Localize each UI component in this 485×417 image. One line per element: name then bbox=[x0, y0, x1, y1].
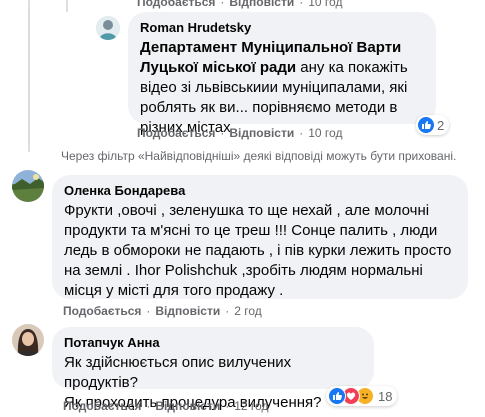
thumbs-up-icon bbox=[418, 117, 434, 133]
timestamp[interactable]: 12 год bbox=[234, 399, 268, 413]
comment-author[interactable]: Roman Hrudetsky bbox=[140, 20, 424, 36]
reaction-count[interactable]: 2 bbox=[416, 115, 450, 135]
reaction-number: 2 bbox=[437, 117, 445, 133]
comment-actions: Подобається · Відповісти · 12 год bbox=[63, 399, 269, 413]
comment-text: Департамент Муніципальної Варти Луцької … bbox=[140, 38, 424, 138]
comment-bubble: Roman Hrudetsky Департамент Муніципально… bbox=[128, 12, 436, 136]
like-button[interactable]: Подобається bbox=[63, 304, 141, 318]
timestamp[interactable]: 10 год bbox=[308, 0, 342, 9]
reply-button[interactable]: Відповісти bbox=[155, 304, 220, 318]
reply-button[interactable]: Відповісти bbox=[229, 126, 294, 140]
comment-bubble: Оленка Бондарева Фрукти ,овочі , зеленуш… bbox=[52, 175, 468, 299]
avatar[interactable] bbox=[12, 324, 44, 356]
timestamp[interactable]: 10 год bbox=[308, 126, 342, 140]
reply-button[interactable]: Відповісти bbox=[229, 0, 294, 9]
avatar-image bbox=[96, 16, 120, 40]
comment-author[interactable]: Потапчук Анна bbox=[64, 335, 362, 351]
like-button[interactable]: Подобається bbox=[63, 399, 141, 413]
comment-actions: Подобається · Відповісти · 2 год bbox=[63, 304, 262, 318]
reaction-number: 18 bbox=[378, 388, 393, 404]
thread-line bbox=[66, 0, 68, 12]
filter-note: Через фільтр «Найвідповідніші» деякі від… bbox=[61, 149, 457, 163]
comment-text-line: Як здійснюється опис вилучених продуктів… bbox=[64, 354, 292, 391]
comment-text: Фрукти ,овочі , зеленушка то ще нехай , … bbox=[64, 201, 456, 301]
thread-line bbox=[28, 0, 30, 152]
comment-actions: Подобається · Відповісти · 10 год bbox=[137, 126, 343, 140]
avatar[interactable] bbox=[96, 16, 120, 40]
reaction-count[interactable]: 18 bbox=[326, 386, 398, 406]
thumbs-up-icon bbox=[328, 387, 346, 405]
avatar-image bbox=[12, 324, 44, 356]
avatar-image bbox=[12, 170, 44, 202]
comment-author[interactable]: Оленка Бондарева bbox=[64, 183, 456, 199]
timestamp[interactable]: 2 год bbox=[234, 304, 262, 318]
avatar[interactable] bbox=[12, 170, 44, 202]
previous-comment-actions: Подобається · Відповісти · 10 год bbox=[137, 0, 342, 9]
like-button[interactable]: Подобається bbox=[137, 126, 215, 140]
comment-bubble: Потапчук Анна Як здійснюється опис вилуч… bbox=[52, 327, 374, 411]
reply-button[interactable]: Відповісти bbox=[155, 399, 220, 413]
like-button[interactable]: Подобається bbox=[137, 0, 215, 9]
mention-link[interactable]: Ihor Polishchuk bbox=[135, 262, 238, 279]
